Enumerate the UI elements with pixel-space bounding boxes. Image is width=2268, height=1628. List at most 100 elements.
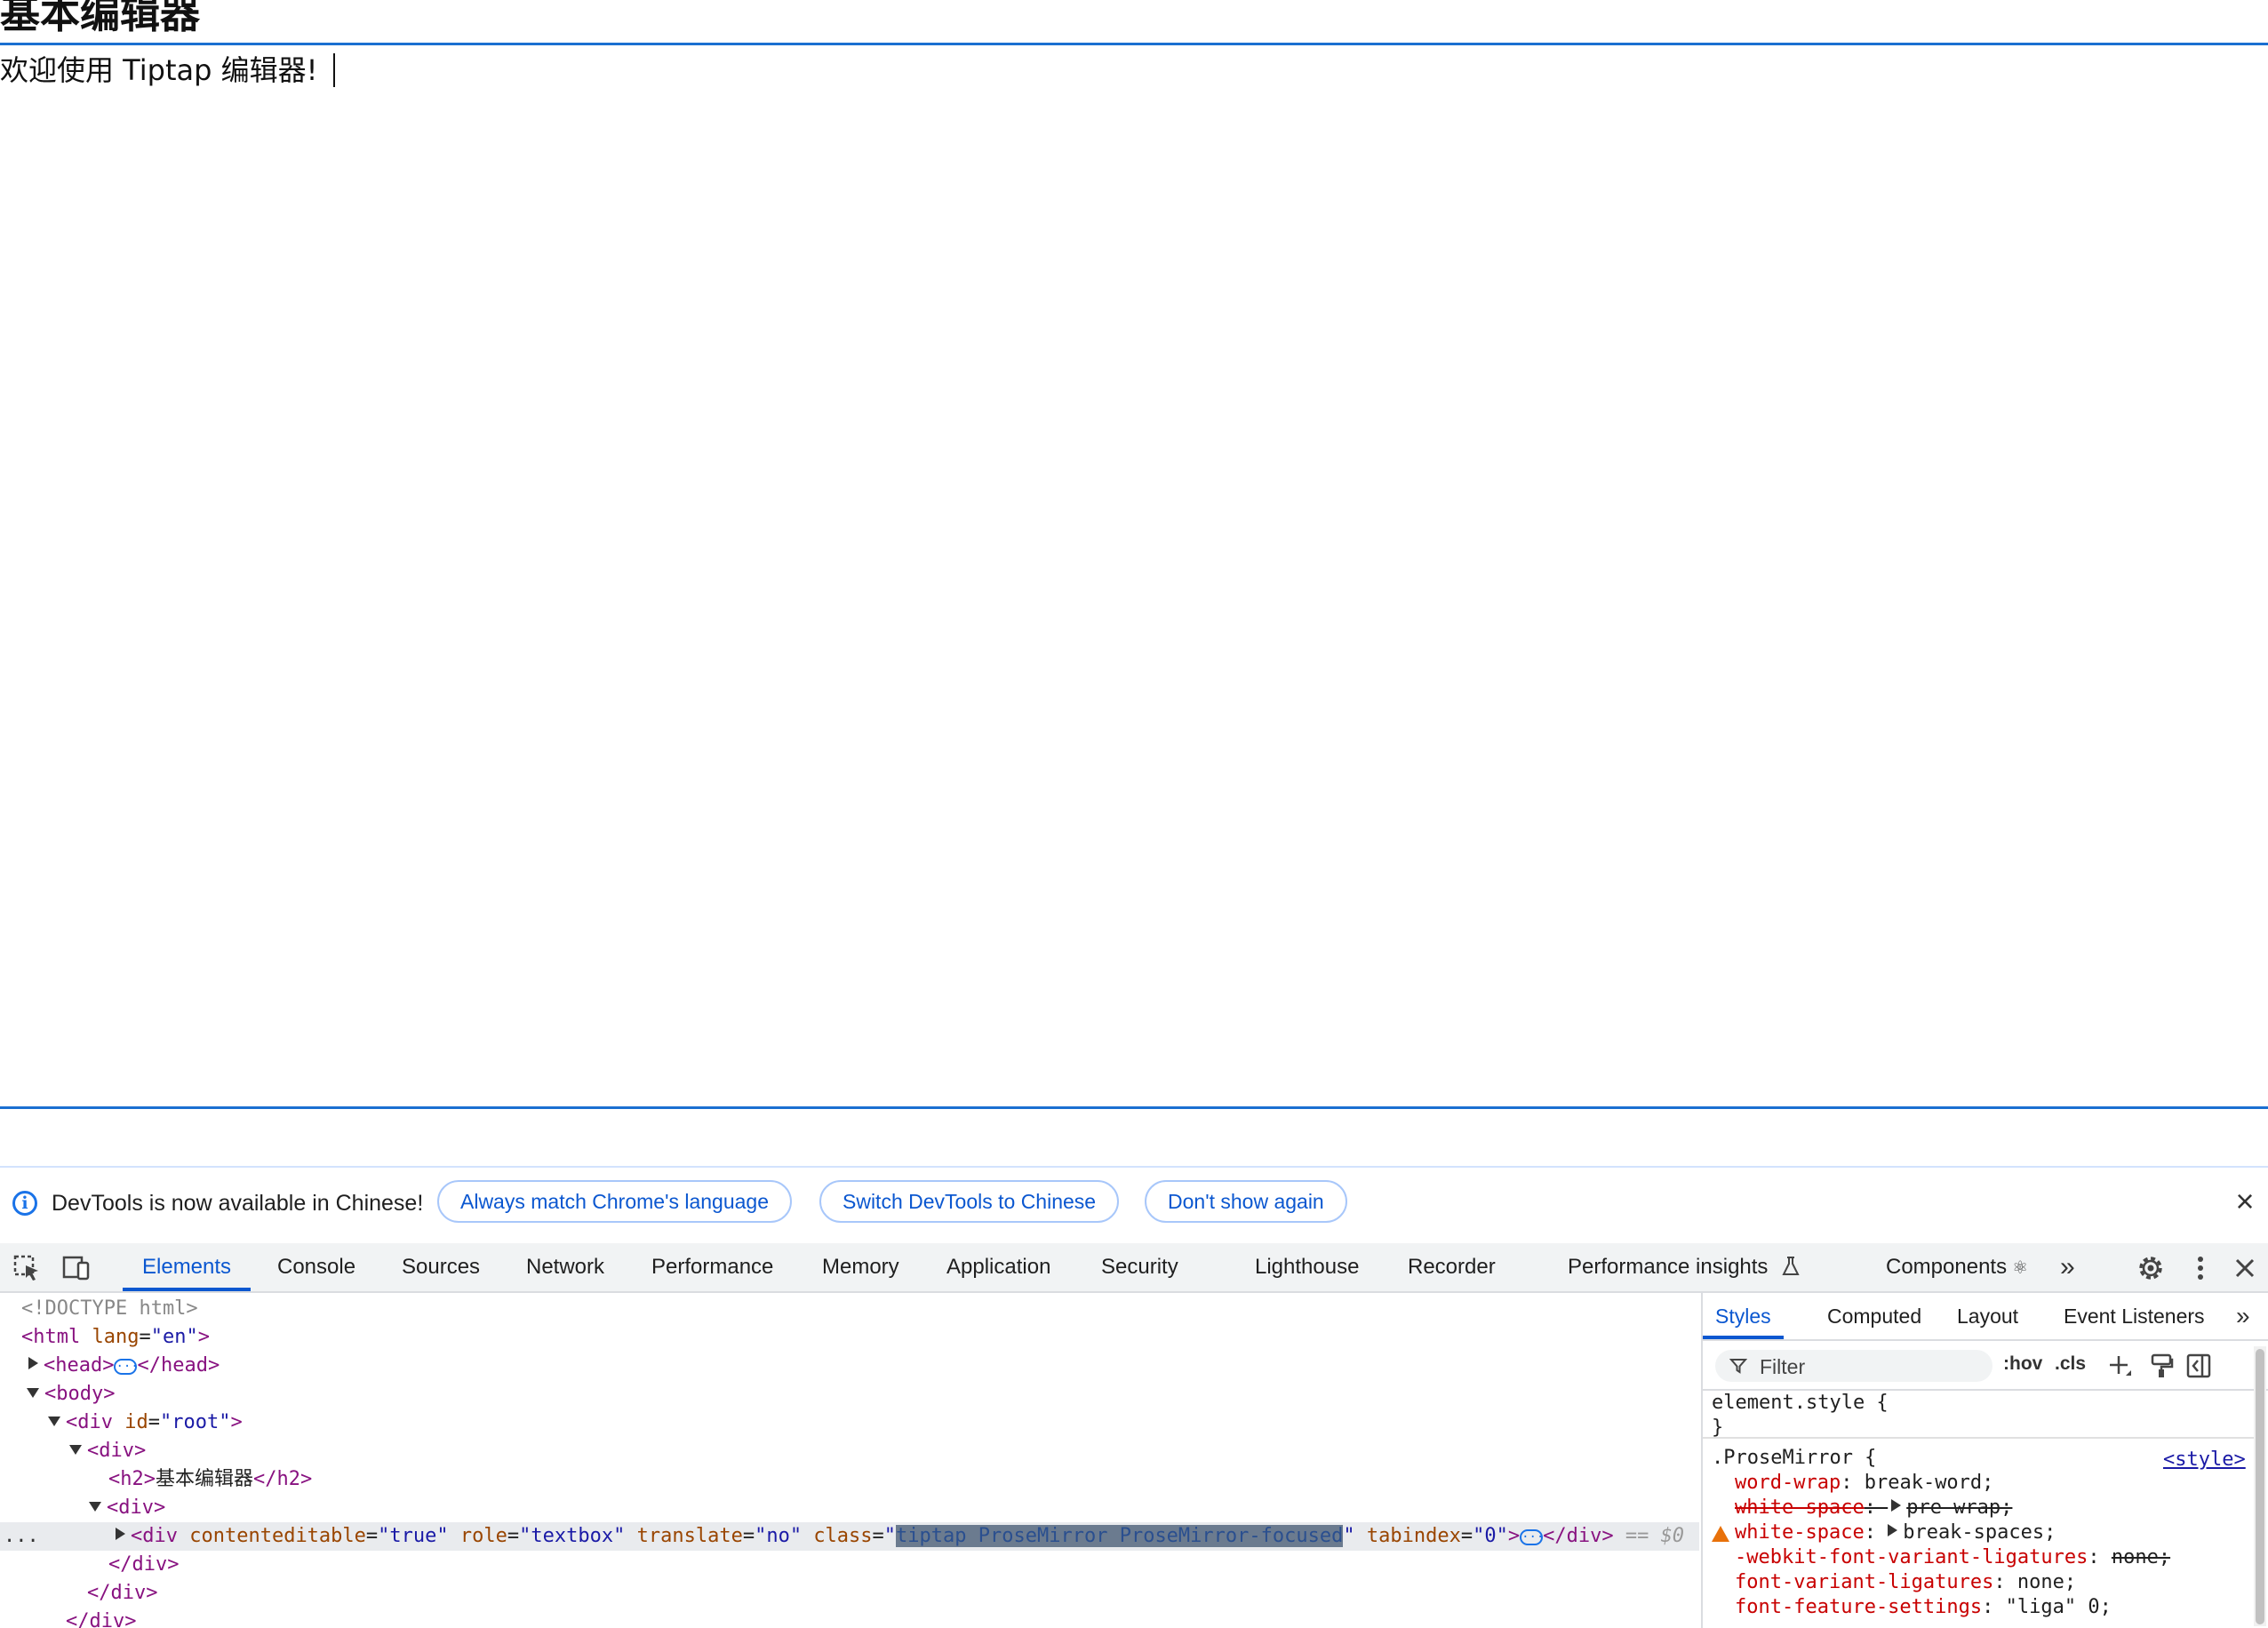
row-actions-gutter[interactable]: ... (4, 1522, 39, 1551)
attr-name: class (813, 1525, 873, 1547)
styles-scrollbar-thumb[interactable] (2256, 1349, 2264, 1624)
div-tag: <div (66, 1411, 113, 1433)
attr-value: "textbox" (519, 1525, 626, 1547)
editor-content[interactable]: 欢迎使用 Tiptap 编辑器! (0, 51, 336, 90)
attr-name: role (459, 1525, 507, 1547)
dom-div-close[interactable]: </div> (0, 1608, 1699, 1628)
expand-triangle-icon[interactable] (28, 1357, 38, 1369)
style-declaration-overridden[interactable]: white-space: pre-wrap; (1735, 1496, 2012, 1520)
property-name: white-space (1735, 1496, 1865, 1519)
tab-performance-insights[interactable]: Performance insights (1548, 1243, 1820, 1291)
dom-html-node[interactable]: <html lang="en"> (0, 1323, 1699, 1352)
style-declaration[interactable]: word-wrap: break-word; (1735, 1471, 1993, 1496)
tab-security[interactable]: Security (1082, 1243, 1198, 1291)
kebab-menu-icon[interactable] (2184, 1252, 2216, 1284)
expand-triangle-icon[interactable] (1888, 1524, 1898, 1536)
dom-h2-node[interactable]: <h2>基本编辑器</h2> (0, 1465, 1699, 1494)
tab-memory[interactable]: Memory (803, 1243, 919, 1291)
tab-performance-insights-label: Performance insights (1568, 1255, 1769, 1279)
always-match-language-button[interactable]: Always match Chrome's language (437, 1180, 792, 1223)
dont-show-again-button[interactable]: Don't show again (1145, 1180, 1347, 1223)
tab-sources[interactable]: Sources (382, 1243, 499, 1291)
tab-styles[interactable]: Styles (1703, 1293, 1784, 1339)
tab-components[interactable]: Components ⚛ (1866, 1243, 2048, 1291)
dom-inner-div[interactable]: <div> (0, 1437, 1699, 1465)
styles-filter-input[interactable] (1758, 1350, 1984, 1384)
paint-brush-icon[interactable] (2147, 1352, 2176, 1380)
div-close-tag: </div> (108, 1553, 180, 1576)
div-tag: <div> (87, 1440, 147, 1462)
tab-recorder[interactable]: Recorder (1388, 1243, 1515, 1291)
style-declaration-warning[interactable]: -webkit-font-variant-ligatures: none; (1735, 1545, 2170, 1570)
h2-tag: <h2> (108, 1468, 156, 1490)
dom-head-node[interactable]: <head> ···</head> (0, 1352, 1699, 1380)
collapse-triangle-icon[interactable] (27, 1388, 39, 1398)
gear-icon[interactable] (2135, 1252, 2167, 1284)
tab-performance[interactable]: Performance (632, 1243, 793, 1291)
highlighted-class-value: tiptap ProseMirror ProseMirror-focused (896, 1525, 1344, 1547)
style-declaration[interactable]: white-space: break-spaces; (1735, 1520, 2056, 1545)
attr-name: contenteditable (189, 1525, 366, 1547)
switch-to-chinese-button[interactable]: Switch DevTools to Chinese (819, 1180, 1120, 1223)
collapsed-ellipsis-icon[interactable]: ··· (1520, 1529, 1544, 1545)
property-name: font-variant-ligatures (1735, 1571, 1994, 1593)
language-infobar: i DevTools is now available in Chinese! … (0, 1168, 2268, 1241)
inspect-element-icon[interactable] (11, 1252, 43, 1284)
flask-icon (1782, 1257, 1800, 1275)
property-value: pre-wrap; (1906, 1496, 2013, 1519)
dom-root-div[interactable]: <div id="root"> (0, 1409, 1699, 1437)
collapse-triangle-icon[interactable] (89, 1502, 101, 1512)
collapse-triangle-icon[interactable] (69, 1445, 82, 1455)
head-close-tag: </head> (137, 1354, 220, 1377)
attr-name: translate (636, 1525, 743, 1547)
div-tag: <div> (107, 1496, 166, 1519)
element-style-selector[interactable]: element.style { (1712, 1391, 1889, 1416)
expand-triangle-icon[interactable] (116, 1528, 125, 1540)
collapsed-ellipsis-icon[interactable]: ··· (114, 1359, 139, 1375)
div-close-tag: </div> (1543, 1525, 1614, 1547)
property-value: "liga" 0; (2005, 1596, 2112, 1618)
tab-layout[interactable]: Layout (1945, 1293, 2031, 1339)
collapse-triangle-icon[interactable] (48, 1417, 60, 1426)
elements-dom-tree: <!DOCTYPE html> <html lang="en"> <head> ·… (0, 1293, 1699, 1628)
dom-div-close[interactable]: </div> (0, 1551, 1699, 1579)
hov-toggle[interactable]: :hov (2003, 1353, 2042, 1375)
close-icon[interactable]: × (2231, 1185, 2259, 1217)
tab-application[interactable]: Application (927, 1243, 1070, 1291)
style-declaration[interactable]: font-variant-ligatures: none; (1735, 1570, 2076, 1595)
tab-network[interactable]: Network (507, 1243, 624, 1291)
dom-body-node[interactable]: <body> (0, 1380, 1699, 1409)
tab-lighthouse[interactable]: Lighthouse (1235, 1243, 1378, 1291)
filter-icon (1729, 1359, 1747, 1374)
div-close-tag: </div> (87, 1582, 158, 1604)
tab-console[interactable]: Console (258, 1243, 375, 1291)
tab-elements[interactable]: Elements (123, 1243, 252, 1291)
property-value: none; (2016, 1571, 2077, 1593)
head-tag: <head> (44, 1354, 115, 1377)
expand-triangle-icon[interactable] (1891, 1499, 1902, 1512)
style-source-link[interactable]: <style> (2163, 1448, 2246, 1472)
infobar-message: DevTools is now available in Chinese! (52, 1191, 424, 1216)
new-style-rule-icon[interactable] (2106, 1352, 2135, 1380)
attr-name: lang (92, 1326, 140, 1348)
attr-value: "root" (159, 1411, 231, 1433)
more-tabs-icon[interactable]: » (2060, 1243, 2075, 1291)
prosemirror-selector[interactable]: .ProseMirror { (1712, 1446, 1876, 1471)
dom-div-close[interactable]: </div> (0, 1579, 1699, 1608)
tab-event-listeners[interactable]: Event Listeners (2051, 1293, 2217, 1339)
style-declaration[interactable]: font-feature-settings: "liga" 0; (1735, 1595, 2112, 1620)
dom-doctype[interactable]: <!DOCTYPE html> (0, 1295, 1699, 1323)
toggle-sidebar-icon[interactable] (2184, 1352, 2213, 1380)
close-devtools-icon[interactable] (2229, 1252, 2261, 1284)
cls-toggle[interactable]: .cls (2055, 1353, 2086, 1375)
dom-editor-wrapper[interactable]: <div> (0, 1494, 1699, 1522)
tab-computed[interactable]: Computed (1815, 1293, 1934, 1339)
styles-filter-row: :hov .cls (1703, 1341, 2268, 1391)
attr-value: "true" (378, 1525, 449, 1547)
rule-divider (1703, 1437, 2254, 1439)
more-tabs-icon[interactable]: » (2236, 1293, 2250, 1339)
doctype-text: <!DOCTYPE html> (21, 1297, 198, 1320)
device-toolbar-icon[interactable] (60, 1252, 92, 1284)
tiptap-editor[interactable]: 欢迎使用 Tiptap 编辑器! (0, 43, 2268, 1109)
dom-selected-editor-node[interactable]: <div contenteditable="true" role="textbo… (0, 1522, 1699, 1551)
